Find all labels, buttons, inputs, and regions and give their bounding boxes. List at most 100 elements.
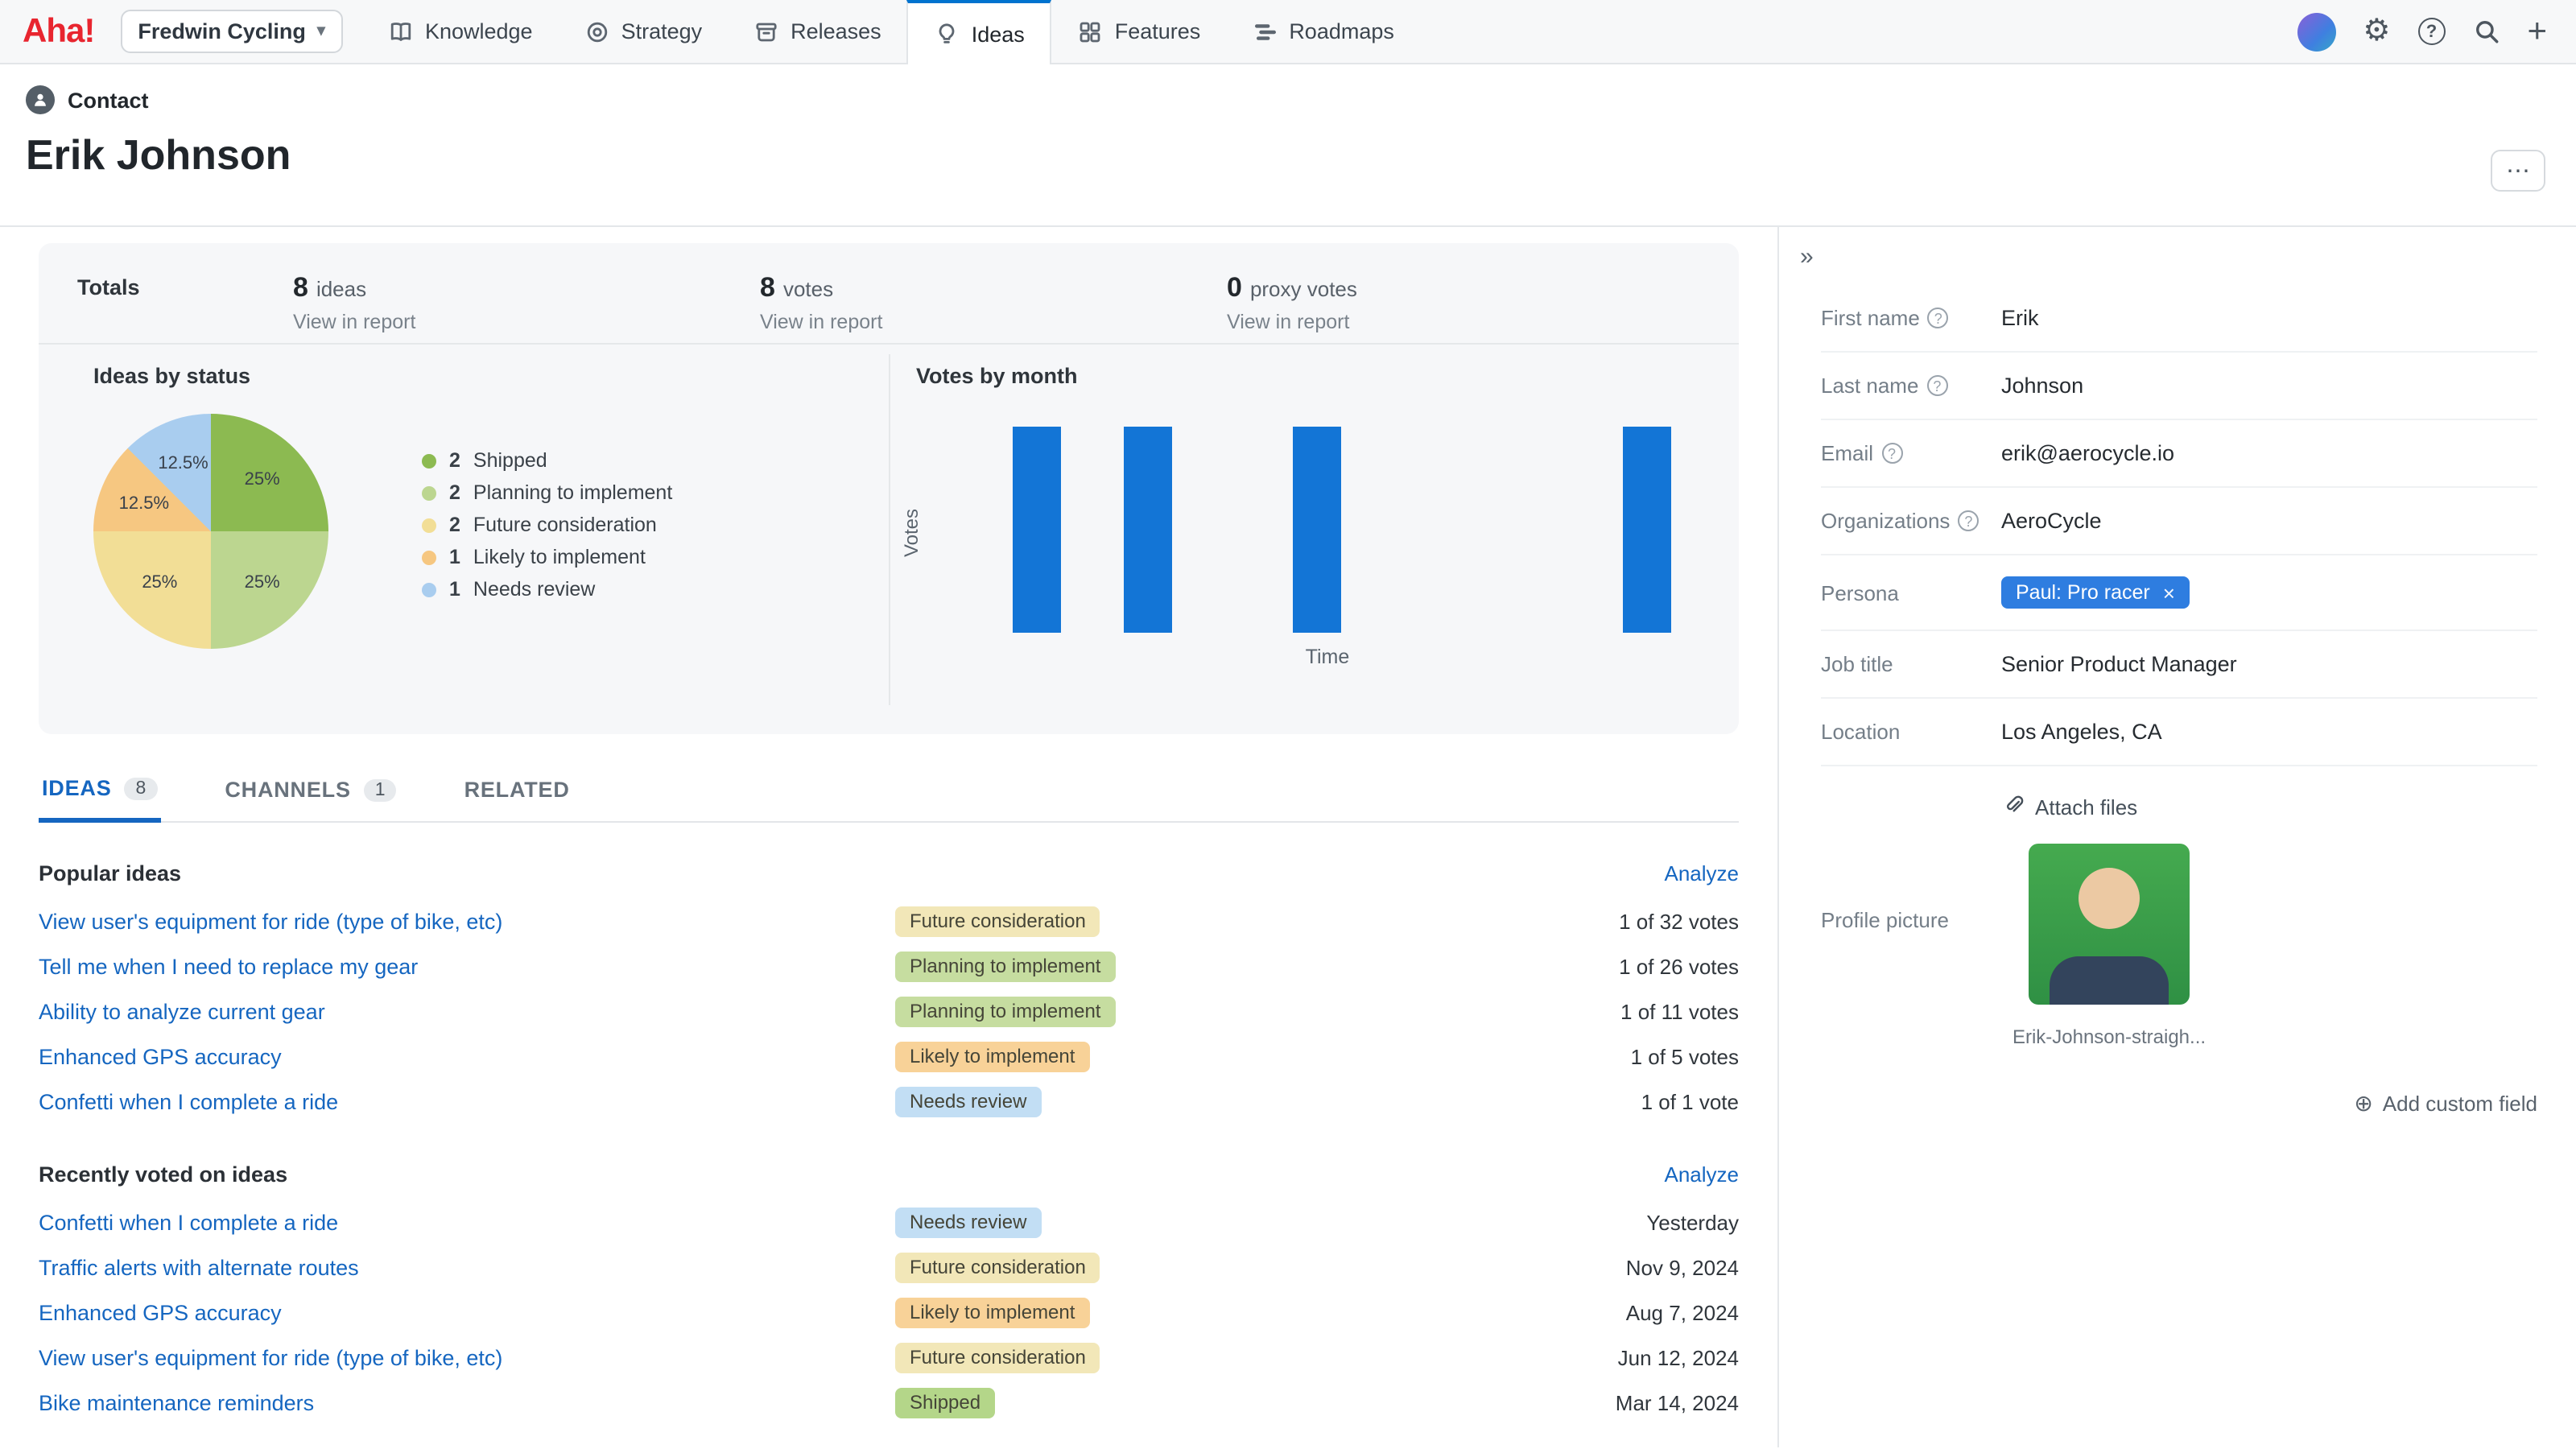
chart-title: Votes by month (916, 364, 1739, 388)
field-value[interactable]: erik@aerocycle.io (2001, 441, 2537, 465)
info-icon[interactable]: ? (1928, 308, 1949, 328)
attach-files-button[interactable]: Attach files (2001, 792, 2537, 821)
legend-count: 2 (449, 449, 460, 472)
nav-item-knowledge[interactable]: Knowledge (362, 0, 559, 64)
legend-item: 2 Shipped (422, 449, 672, 472)
legend-label: Planning to implement (473, 481, 672, 504)
x-axis-label: Time (916, 646, 1739, 668)
nav-item-label: Ideas (972, 22, 1025, 46)
tab-ideas[interactable]: IDEAS8 (39, 770, 160, 823)
field-row-job-title: Job title Senior Product Manager (1821, 631, 2537, 699)
legend-dot (422, 550, 436, 564)
idea-link[interactable]: View user's equipment for ride (type of … (39, 909, 895, 933)
pie-slice-label: 25% (142, 573, 177, 592)
add-custom-field-label: Add custom field (2383, 1092, 2537, 1116)
idea-link[interactable]: Traffic alerts with alternate routes (39, 1255, 895, 1279)
nav-item-roadmaps[interactable]: Roadmaps (1226, 0, 1420, 64)
idea-meta: Jun 12, 2024 (1417, 1345, 1739, 1369)
idea-row: Enhanced GPS accuracyLikely to implement… (39, 1290, 1739, 1335)
collapse-sidebar-icon[interactable]: » (1800, 243, 1814, 270)
info-icon[interactable]: ? (1881, 443, 1902, 464)
field-label-text: First name (1821, 306, 1920, 330)
nav-item-strategy[interactable]: Strategy (559, 0, 729, 64)
nav-item-releases[interactable]: Releases (728, 0, 907, 64)
add-icon[interactable]: + (2527, 14, 2547, 48)
field-label-text: Persona (1821, 580, 1899, 605)
nav-right: ⚙ ? + (2297, 12, 2576, 51)
analyze-link[interactable]: Analyze (1665, 1162, 1740, 1187)
tab-channels[interactable]: CHANNELS1 (221, 770, 399, 821)
field-label: First name? (1821, 306, 2001, 330)
field-label-text: Job title (1821, 652, 1893, 676)
persona-label: Paul: Pro racer (2016, 581, 2150, 604)
analyze-link[interactable]: Analyze (1665, 861, 1740, 886)
record-type-label: Contact (68, 88, 149, 112)
status-badge: Planning to implement (895, 951, 1115, 981)
legend-count: 1 (449, 578, 460, 601)
legend-count: 2 (449, 514, 460, 536)
persona-badge: Paul: Pro racer × (2001, 576, 2190, 609)
idea-link[interactable]: View user's equipment for ride (type of … (39, 1345, 895, 1369)
field-value[interactable]: Johnson (2001, 374, 2537, 398)
pie-legend: 2Shipped2Planning to implement2Future co… (422, 449, 672, 649)
profile-photo[interactable] (2029, 844, 2190, 1005)
knowledge-icon (388, 19, 414, 44)
votes-by-month-chart: Votes by month Votes Time (890, 345, 1739, 734)
tab-count-badge: 8 (125, 777, 158, 799)
page-title: Erik Johnson (26, 130, 2576, 180)
info-icon[interactable]: ? (1958, 510, 1979, 531)
idea-link[interactable]: Bike maintenance reminders (39, 1390, 895, 1414)
field-label: Location (1821, 720, 2001, 744)
idea-link[interactable]: Tell me when I need to replace my gear (39, 954, 895, 978)
workspace-selector[interactable]: Fredwin Cycling ▾ (120, 10, 343, 53)
idea-link[interactable]: Confetti when I complete a ride (39, 1210, 895, 1234)
idea-link[interactable]: Enhanced GPS accuracy (39, 1044, 895, 1068)
field-value[interactable]: Los Angeles, CA (2001, 720, 2537, 744)
legend-item: 1 Likely to implement (422, 546, 672, 568)
info-icon[interactable]: ? (1926, 375, 1947, 396)
idea-row: Enhanced GPS accuracyLikely to implement… (39, 1034, 1739, 1079)
help-icon[interactable]: ? (2417, 18, 2445, 45)
legend-label: Likely to implement (473, 546, 646, 568)
section-heading: Popular ideas (39, 861, 181, 886)
idea-link[interactable]: Confetti when I complete a ride (39, 1089, 895, 1113)
idea-link[interactable]: Ability to analyze current gear (39, 999, 895, 1023)
field-value[interactable]: Senior Product Manager (2001, 652, 2537, 676)
view-in-report-link[interactable]: View in report (760, 311, 1227, 333)
totals-card: Totals 8ideasView in report8votesView in… (39, 243, 1739, 734)
contact-fields: First name?ErikLast name?JohnsonEmail?er… (1821, 285, 2537, 766)
legend-item: 2Planning to implement (422, 481, 672, 504)
legend-count: 1 (449, 546, 460, 568)
section-heading: Recently voted on ideas (39, 1162, 287, 1187)
pie-chart: 25%25%25%12.5%12.5% (93, 414, 328, 649)
legend-item: 2Future consideration (422, 514, 672, 536)
more-options-button[interactable]: ⋯ (2491, 150, 2545, 192)
field-value[interactable]: AeroCycle (2001, 509, 2537, 533)
field-value[interactable]: Paul: Pro racer × (2001, 576, 2537, 609)
pie-slice-label: 25% (245, 470, 280, 489)
field-label: Profile picture (1821, 792, 2001, 1048)
view-in-report-link[interactable]: View in report (293, 311, 760, 333)
app-window: Aha! Fredwin Cycling ▾ KnowledgeStrategy… (0, 0, 2576, 1449)
field-value[interactable]: Erik (2001, 306, 2537, 330)
tab-label: CHANNELS (225, 778, 350, 802)
legend-label: Shipped (473, 449, 547, 472)
gear-icon[interactable]: ⚙ (2363, 16, 2390, 47)
aha-logo[interactable]: Aha! (23, 12, 94, 51)
field-label-text: Organizations (1821, 509, 1950, 533)
idea-link[interactable]: Enhanced GPS accuracy (39, 1300, 895, 1324)
add-custom-field-link[interactable]: ⊕Add custom field (1821, 1090, 2537, 1117)
view-in-report-link[interactable]: View in report (1227, 311, 1694, 333)
field-row-last-name: Last name?Johnson (1821, 353, 2537, 420)
idea-list: Confetti when I complete a rideNeeds rev… (39, 1199, 1739, 1425)
idea-meta: 1 of 26 votes (1417, 954, 1739, 978)
nav-item-features[interactable]: Features (1052, 0, 1227, 64)
tab-related[interactable]: RELATED (461, 770, 573, 821)
nav-item-ideas[interactable]: Ideas (907, 0, 1052, 65)
workspace-label: Fredwin Cycling (138, 19, 306, 43)
page-header: Contact Erik Johnson ⋯ (0, 64, 2576, 227)
user-avatar[interactable] (2297, 12, 2335, 51)
legend-dot (422, 485, 436, 500)
search-icon[interactable] (2472, 18, 2500, 45)
remove-icon[interactable]: × (2163, 582, 2175, 603)
